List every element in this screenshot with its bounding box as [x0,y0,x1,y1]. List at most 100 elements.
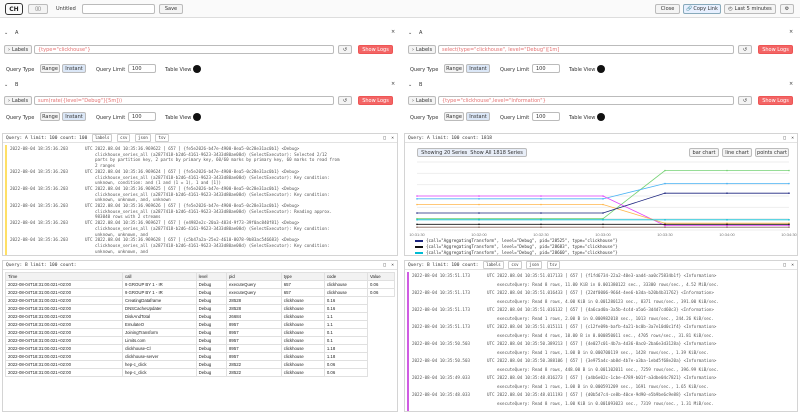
labels-button[interactable]: › Labels [4,45,32,54]
log-line[interactable]: UTC 2022.08.04 10:35:50.389213 [ 657 ] {… [487,341,795,346]
log-line[interactable]: executeQuery: Read 4 rows, 10.00 B in 0.… [497,333,795,338]
close-icon[interactable]: × [391,134,394,143]
log-line[interactable]: clickhouse_series_all (a2877418-b2d6-416… [95,243,395,248]
data-point[interactable] [416,223,418,226]
log-line[interactable]: clickhouse_series_all (a2877418-b2d6-416… [95,175,395,180]
data-point[interactable] [478,195,480,197]
legend-item[interactable]: {call="AggregatingTransform", level="Deb… [415,250,618,255]
chevron-down-icon[interactable]: ⌄ [408,30,412,36]
table-row[interactable]: 2022-08-04T18:31:00.021+02:00 EmulateO Deb… [5,320,395,329]
range-button[interactable]: Range [444,112,464,121]
table-row[interactable]: 2022-08-04T18:31:00.021+02:00 9 GROUP BY … [5,288,396,297]
log-line[interactable]: UTC 2022.08.04 10:35:36.969627 [ 657 ] {… [85,220,395,225]
log-line[interactable]: UTC 2022.08.04 10:35:51.017133 [ 657 ] {… [487,273,795,278]
data-point[interactable] [540,195,542,197]
close-icon[interactable]: × [789,81,793,87]
data-point[interactable] [478,203,480,206]
data-point[interactable] [602,212,604,214]
series-line[interactable] [417,195,789,226]
show-logs-button[interactable]: Show Logs [358,45,393,54]
history-button[interactable]: ↺ [338,96,352,105]
expand-icon[interactable]: □ [783,261,786,270]
data-point[interactable] [602,223,604,226]
log-line[interactable]: executeQuery: Read 8 rows, 4.00 KiB in 0… [497,299,795,304]
data-point[interactable] [478,198,480,200]
table-view-toggle[interactable] [597,65,605,73]
app-logo[interactable]: CH [5,3,23,15]
expand-icon[interactable]: □ [383,134,386,143]
labels-button[interactable]: › Labels [4,96,32,105]
settings-button[interactable]: ⚙ [780,4,794,14]
show-logs-button[interactable]: Show Logs [758,96,793,105]
chevron-down-icon[interactable]: ⌄ [4,30,8,36]
close-icon[interactable]: × [391,29,395,35]
history-button[interactable]: ↺ [738,96,752,105]
close-icon[interactable]: × [791,261,794,270]
instant-button[interactable]: Instant [466,64,490,73]
data-point[interactable] [478,226,480,228]
close-button[interactable]: Close [655,4,680,14]
log-line[interactable]: parts by partition key, 2 parts by prima… [95,157,395,162]
query-input[interactable]: sum(rate({level="Debug"}[5m])) [34,96,334,105]
data-point[interactable] [602,195,604,197]
tab-json[interactable]: json [526,261,542,269]
query-limit-input[interactable]: 100 [532,64,560,73]
tab-tsv[interactable]: tsv [546,261,560,269]
time-range-button[interactable]: ◴ Last 5 minutes [724,4,776,14]
query-limit-input[interactable]: 100 [128,112,156,121]
log-line[interactable]: executeQuery: Read 1 rows, 2.00 B in 0.0… [497,316,795,321]
close-icon[interactable]: × [391,81,395,87]
history-button[interactable]: ↺ [338,45,352,54]
log-line[interactable]: UTC 2022.08.04 10:35:36.969626 [ 657 ] {… [85,203,395,208]
log-line[interactable]: unknown, condition: and (1 and (1 = 1), … [95,180,395,185]
data-point[interactable] [416,226,418,228]
data-point[interactable] [540,203,542,206]
column-header[interactable]: Time [5,272,123,281]
log-line[interactable]: unknown, unknown, and [95,232,395,237]
table-row[interactable]: 2022-08-04T18:31:00.021+02:00 DiskAndTota… [5,312,395,321]
tab-csv[interactable]: csv [117,134,131,142]
data-point[interactable] [788,182,790,185]
log-line[interactable]: UTC 2022.08.04 10:35:51.016132 [ 657 ] {… [487,307,795,312]
instant-button[interactable]: Instant [62,64,86,73]
query-limit-input[interactable]: 100 [532,112,560,121]
table-row[interactable]: 2022-08-04T18:31:00.021+02:00 clickhouse-… [5,344,395,353]
query-input[interactable]: select(type="clickhouse", level="Debug")… [438,45,734,54]
table-row[interactable]: 2022-08-04T18:31:00.021+02:00 hep-c_click… [5,360,395,369]
data-point[interactable] [540,198,542,200]
data-point[interactable] [478,223,480,226]
data-point[interactable] [540,219,542,221]
show-logs-button[interactable]: Show Logs [358,96,393,105]
log-line[interactable]: clickhouse_series_all (a2877418-b2d6-416… [95,152,395,157]
column-header[interactable]: call [121,272,197,281]
table-row[interactable]: 2022-08-04T18:31:00.021+02:00 CreatingDat… [5,296,395,305]
table-view-toggle[interactable] [193,65,201,73]
log-line[interactable]: UTC 2022.08.04 10:35:36.969622 [ 657 ] {… [85,146,395,151]
table-row[interactable]: 2022-08-04T18:31:00.021+02:00 Limits.com D… [5,336,395,345]
data-point[interactable] [416,203,418,206]
query-input[interactable]: {type="clickhouse"} [34,45,334,54]
data-point[interactable] [726,192,728,194]
data-point[interactable] [664,182,666,185]
data-point[interactable] [726,223,728,226]
data-point[interactable] [726,219,728,221]
data-point[interactable] [602,226,604,228]
data-point[interactable] [788,192,790,194]
column-header[interactable]: pid [226,272,282,281]
table-row[interactable]: 2022-08-04T18:31:00.021+02:00 JoiningTran… [5,328,395,337]
log-line[interactable]: executeQuery: Read 8 rows, 1.00 KiB in 0… [497,401,795,406]
tab-labels[interactable]: labels [483,261,504,269]
data-point[interactable] [416,212,418,214]
log-line[interactable]: clickhouse_series_all (a2877418-b2d6-416… [95,226,395,231]
table-row[interactable]: 2022-08-04T18:31:00.021+02:00 clickhouse-… [5,352,395,361]
table-row[interactable]: 2022-08-04T18:31:00.021+02:00 hep-c_click… [5,368,395,377]
data-point[interactable] [726,182,728,185]
close-icon[interactable]: × [391,261,394,270]
save-button[interactable]: Save [159,4,183,14]
column-header[interactable]: Value [366,272,396,281]
table-view-toggle[interactable] [597,113,605,121]
column-header[interactable]: code [323,272,368,281]
data-point[interactable] [540,212,542,214]
query-limit-input[interactable]: 100 [128,64,156,73]
table-row[interactable]: 2022-08-04T18:31:00.021+02:00 9 GROUP BY … [5,280,396,289]
